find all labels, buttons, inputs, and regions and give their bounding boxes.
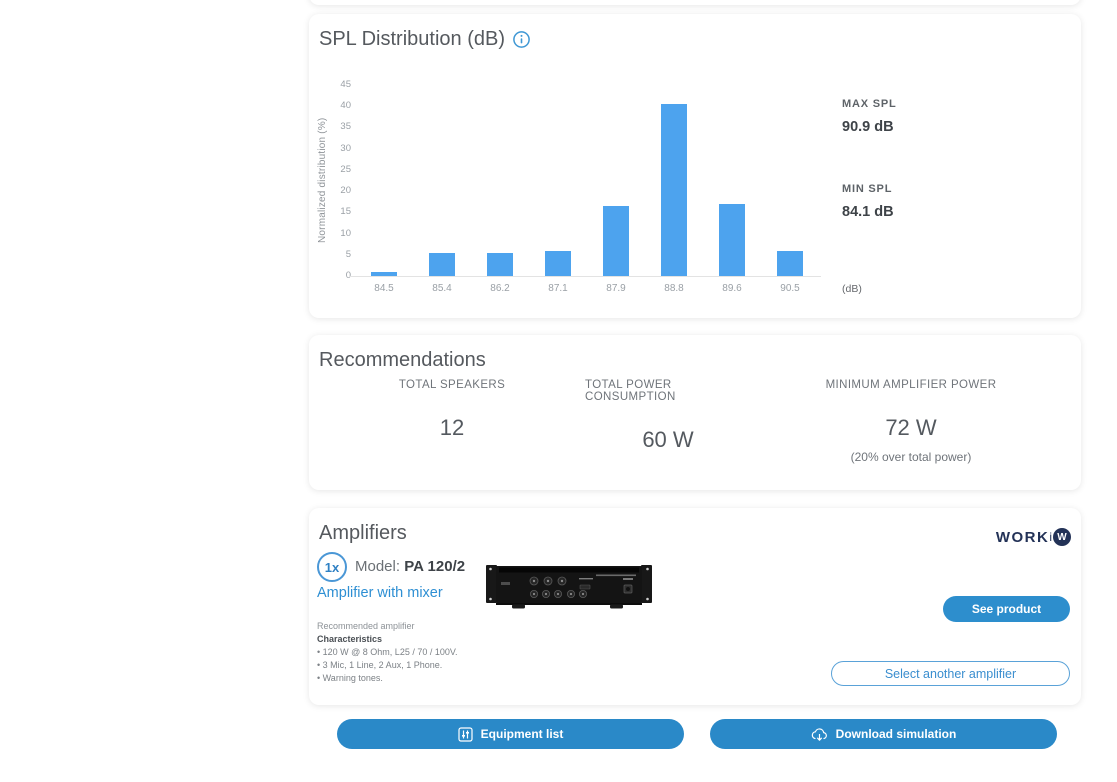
bar-slot xyxy=(645,85,703,276)
min-spl-label: MIN SPL xyxy=(842,183,894,195)
stat-total-power: TOTAL POWER CONSUMPTION 60 W xyxy=(585,379,751,464)
bar xyxy=(545,251,571,277)
download-simulation-label: Download simulation xyxy=(836,727,957,741)
work-logo-text: WORK xyxy=(996,529,1050,546)
stat-min-amplifier-power: MINIMUM AMPLIFIER POWER 72 W (20% over t… xyxy=(751,379,1071,464)
characteristic-item: • 3 Mic, 1 Line, 2 Aux, 1 Phone. xyxy=(317,659,458,672)
y-tick-label: 5 xyxy=(346,249,351,260)
bar xyxy=(603,206,629,276)
spl-card-title-row: SPL Distribution (dB) xyxy=(319,28,530,51)
min-spl-value: 84.1 dB xyxy=(842,204,894,220)
amplifier-characteristics: Recommended amplifier Characteristics • … xyxy=(317,620,458,685)
x-tick-label: 84.5 xyxy=(355,283,413,294)
model-value: PA 120/2 xyxy=(404,558,465,575)
y-tick-label: 45 xyxy=(340,79,351,90)
bar xyxy=(661,104,687,276)
bar-slot xyxy=(355,85,413,276)
work-w-icon: W xyxy=(1053,528,1071,546)
y-ticks: 051015202530354045 xyxy=(327,85,353,276)
x-tick-label: 86.2 xyxy=(471,283,529,294)
y-tick-label: 15 xyxy=(340,206,351,217)
stat-label: MINIMUM AMPLIFIER POWER xyxy=(826,379,997,391)
spl-card-title: SPL Distribution (dB) xyxy=(319,28,505,51)
bar xyxy=(487,253,513,276)
download-simulation-button[interactable]: Download simulation xyxy=(710,719,1057,749)
stat-value: 72 W xyxy=(885,415,936,441)
equipment-list-button[interactable]: Equipment list xyxy=(337,719,684,749)
stat-label: TOTAL SPEAKERS xyxy=(399,379,505,391)
bar-slot xyxy=(703,85,761,276)
bar xyxy=(719,204,745,276)
recommendations-card: Recommendations TOTAL SPEAKERS 12 TOTAL … xyxy=(309,335,1081,490)
characteristics-label: Characteristics xyxy=(317,633,458,646)
equipment-list-icon xyxy=(458,727,473,742)
bar-slot xyxy=(529,85,587,276)
stat-value: 12 xyxy=(440,415,464,441)
amplifier-image xyxy=(484,558,654,615)
max-spl-value: 90.9 dB xyxy=(842,119,897,135)
bar-slot xyxy=(587,85,645,276)
recommendations-title: Recommendations xyxy=(319,349,486,372)
x-tick-label: 85.4 xyxy=(413,283,471,294)
model-label: Model: xyxy=(355,558,400,575)
stat-total-speakers: TOTAL SPEAKERS 12 xyxy=(319,379,585,464)
y-tick-label: 30 xyxy=(340,143,351,154)
y-tick-label: 40 xyxy=(340,100,351,111)
stats-row: TOTAL SPEAKERS 12 TOTAL POWER CONSUMPTIO… xyxy=(319,379,1071,464)
y-tick-label: 10 xyxy=(340,228,351,239)
characteristic-item: • Warning tones. xyxy=(317,672,458,685)
max-spl-label: MAX SPL xyxy=(842,98,897,110)
x-tick-label: 90.5 xyxy=(761,283,819,294)
max-spl-stat: MAX SPL 90.9 dB xyxy=(842,98,897,135)
bar-slot xyxy=(471,85,529,276)
x-labels: 84.585.486.287.187.988.889.690.5 xyxy=(355,283,819,294)
y-tick-label: 25 xyxy=(340,164,351,175)
characteristic-item: • 120 W @ 8 Ohm, L25 / 70 / 100V. xyxy=(317,646,458,659)
min-spl-stat: MIN SPL 84.1 dB xyxy=(842,183,894,220)
amplifier-model-line: Model: PA 120/2 xyxy=(355,558,465,575)
chart-x-unit-label: (dB) xyxy=(842,283,862,295)
previous-card-edge xyxy=(309,0,1081,5)
stat-label: TOTAL POWER CONSUMPTION xyxy=(585,379,751,403)
x-axis-line xyxy=(349,276,821,277)
y-tick-label: 20 xyxy=(340,185,351,196)
see-product-button[interactable]: See product xyxy=(943,596,1070,622)
bar-slot xyxy=(413,85,471,276)
x-tick-label: 87.9 xyxy=(587,283,645,294)
amplifiers-title: Amplifiers xyxy=(319,522,407,545)
bar xyxy=(429,253,455,276)
stat-note: (20% over total power) xyxy=(851,450,972,464)
stat-value: 60 W xyxy=(642,427,693,453)
x-tick-label: 88.8 xyxy=(645,283,703,294)
spl-distribution-card: SPL Distribution (dB) Normalized distrib… xyxy=(309,14,1081,318)
y-tick-label: 35 xyxy=(340,121,351,132)
download-cloud-icon xyxy=(811,727,828,742)
work-logo: WORK i W xyxy=(996,528,1071,546)
select-another-amplifier-button[interactable]: Select another amplifier xyxy=(831,661,1070,686)
bars xyxy=(355,85,819,276)
work-logo-i: i xyxy=(1049,530,1052,544)
amplifier-type-link[interactable]: Amplifier with mixer xyxy=(317,585,443,601)
info-icon[interactable] xyxy=(513,31,530,48)
amplifier-quantity-badge: 1x xyxy=(317,552,347,582)
recommended-amplifier-label: Recommended amplifier xyxy=(317,620,458,633)
equipment-list-label: Equipment list xyxy=(481,727,564,741)
bar xyxy=(777,251,803,277)
x-tick-label: 87.1 xyxy=(529,283,587,294)
bar-slot xyxy=(761,85,819,276)
x-tick-label: 89.6 xyxy=(703,283,761,294)
amplifiers-card: Amplifiers WORK i W 1x Model: PA 120/2 A… xyxy=(309,508,1081,705)
